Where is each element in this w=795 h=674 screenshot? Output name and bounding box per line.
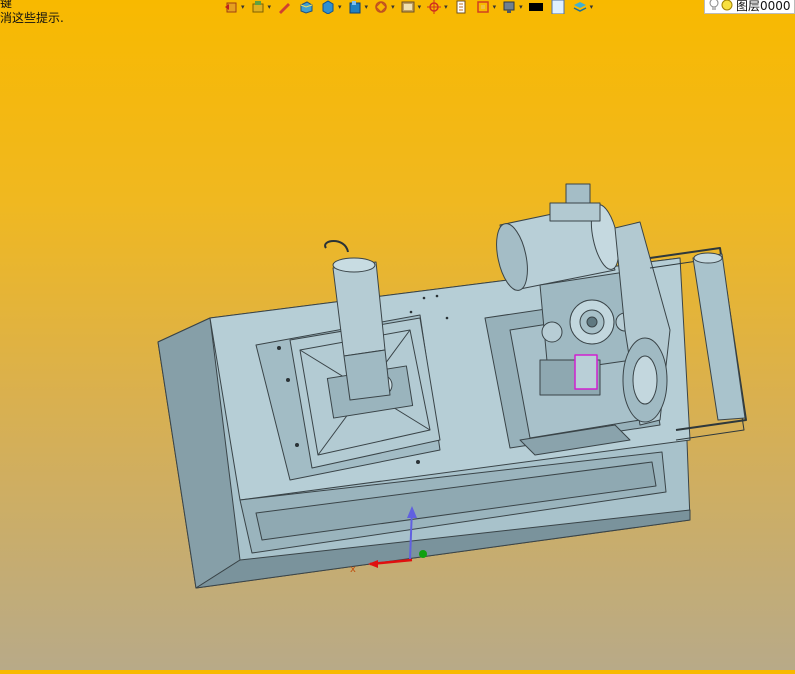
model-viewport[interactable]: x [0, 0, 795, 670]
svg-text:x: x [350, 564, 356, 575]
machine-model: x [157, 183, 747, 589]
